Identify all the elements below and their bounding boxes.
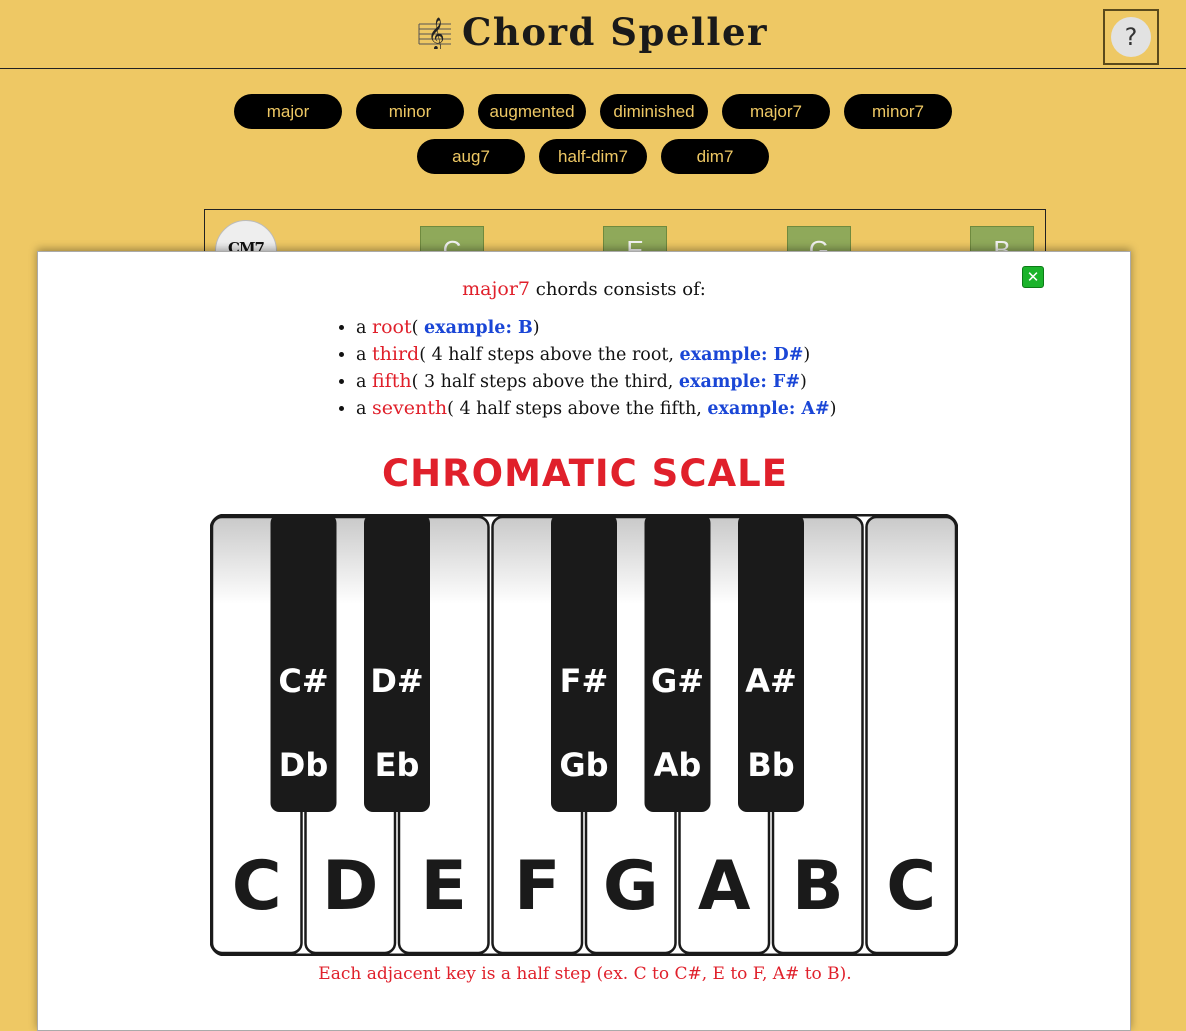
part-example: example: B xyxy=(424,318,533,338)
part-term: seventh xyxy=(372,397,448,419)
part-desc: ( 3 half steps above the third, xyxy=(411,372,679,392)
white-key: C xyxy=(865,515,958,955)
part-suffix: ) xyxy=(532,318,540,338)
modal-intro: major7 chords consists of: xyxy=(38,278,1130,300)
black-key-sharp-label: G# xyxy=(651,662,704,700)
chord-type-aug7-button[interactable]: aug7 xyxy=(417,139,525,174)
part-example: example: D# xyxy=(679,345,804,365)
music-staff-icon: 𝄞 xyxy=(418,15,452,49)
chord-type-row-1: major minor augmented diminished major7 … xyxy=(0,94,1186,129)
chord-type-major7-button[interactable]: major7 xyxy=(722,94,830,129)
chord-type-major-button[interactable]: major xyxy=(234,94,342,129)
white-key-label: G xyxy=(603,847,659,926)
help-button[interactable]: ? xyxy=(1111,17,1151,57)
black-key-sharp-label: F# xyxy=(560,662,609,700)
part-term: fifth xyxy=(372,370,412,392)
white-key-label: C xyxy=(886,847,936,926)
chord-type-augmented-button[interactable]: augmented xyxy=(478,94,586,129)
chord-part-seventh: a seventh( 4 half steps above the fifth,… xyxy=(356,395,837,422)
part-prefix: a xyxy=(356,318,372,338)
white-key-label: C xyxy=(232,847,282,926)
part-desc: ( 4 half steps above the root, xyxy=(419,345,680,365)
app-title: Chord Speller xyxy=(461,10,769,54)
part-term: root xyxy=(372,316,412,338)
part-desc: ( 4 half steps above the fifth, xyxy=(447,399,708,419)
black-key: A# Bb xyxy=(738,514,804,812)
chord-part-third: a third( 4 half steps above the root, ex… xyxy=(356,341,837,368)
chromatic-scale-piano: CDEFGABC C#DbD#EbF#GbG#AbA#Bb xyxy=(210,514,958,956)
chord-type-diminished-button[interactable]: diminished xyxy=(600,94,708,129)
black-key: G# Ab xyxy=(644,514,711,812)
title-wrap: 𝄞 Chord Speller xyxy=(418,10,768,54)
white-key-label: F xyxy=(514,847,560,926)
help-button-frame: ? xyxy=(1103,9,1159,65)
part-example: example: A# xyxy=(707,399,830,419)
chromatic-scale-title: CHROMATIC SCALE xyxy=(382,452,788,495)
chord-part-root: a root( example: B) xyxy=(356,314,837,341)
part-suffix: ) xyxy=(829,399,837,419)
white-key-label: B xyxy=(792,847,844,926)
part-suffix: ) xyxy=(803,345,811,365)
chord-type-dim7-button[interactable]: dim7 xyxy=(661,139,769,174)
black-key-sharp-label: D# xyxy=(370,662,423,700)
black-key-flat-label: Gb xyxy=(559,746,608,784)
svg-text:𝄞: 𝄞 xyxy=(428,17,445,49)
part-suffix: ) xyxy=(800,372,807,392)
black-key-sharp-label: C# xyxy=(278,662,328,700)
part-desc: ( xyxy=(411,318,424,338)
part-term: third xyxy=(372,343,420,365)
chord-parts-list: a root( example: B) a third( 4 half step… xyxy=(338,314,837,422)
chord-part-fifth: a fifth( 3 half steps above the third, e… xyxy=(356,368,837,395)
app-header: 𝄞 Chord Speller ? xyxy=(0,0,1186,69)
white-key-label: A xyxy=(698,847,751,926)
black-key-flat-label: Ab xyxy=(654,746,702,784)
black-key-sharp-label: A# xyxy=(745,662,797,700)
black-key: D# Eb xyxy=(364,514,430,812)
chord-type-minor-button[interactable]: minor xyxy=(356,94,464,129)
black-key-flat-label: Eb xyxy=(375,746,420,784)
chord-type-half-dim7-button[interactable]: half-dim7 xyxy=(539,139,647,174)
half-step-footnote: Each adjacent key is a half step (ex. C … xyxy=(318,964,852,984)
part-prefix: a xyxy=(356,372,372,392)
part-example: example: F# xyxy=(678,372,801,392)
black-key-flat-label: Bb xyxy=(747,746,794,784)
black-key: C# Db xyxy=(270,514,337,812)
part-prefix: a xyxy=(356,345,372,365)
part-prefix: a xyxy=(356,399,372,419)
chord-info-modal: ✕ major7 chords consists of: a root( exa… xyxy=(37,251,1131,1031)
black-key: F# Gb xyxy=(551,514,617,812)
chord-type-minor7-button[interactable]: minor7 xyxy=(844,94,952,129)
white-key-label: E xyxy=(421,847,467,926)
white-key-label: D xyxy=(322,847,378,926)
chord-type-row-2: aug7 half-dim7 dim7 xyxy=(0,139,1186,174)
black-key-flat-label: Db xyxy=(279,746,328,784)
intro-suffix: chords consists of: xyxy=(530,279,706,300)
intro-chord-type: major7 xyxy=(462,278,531,300)
